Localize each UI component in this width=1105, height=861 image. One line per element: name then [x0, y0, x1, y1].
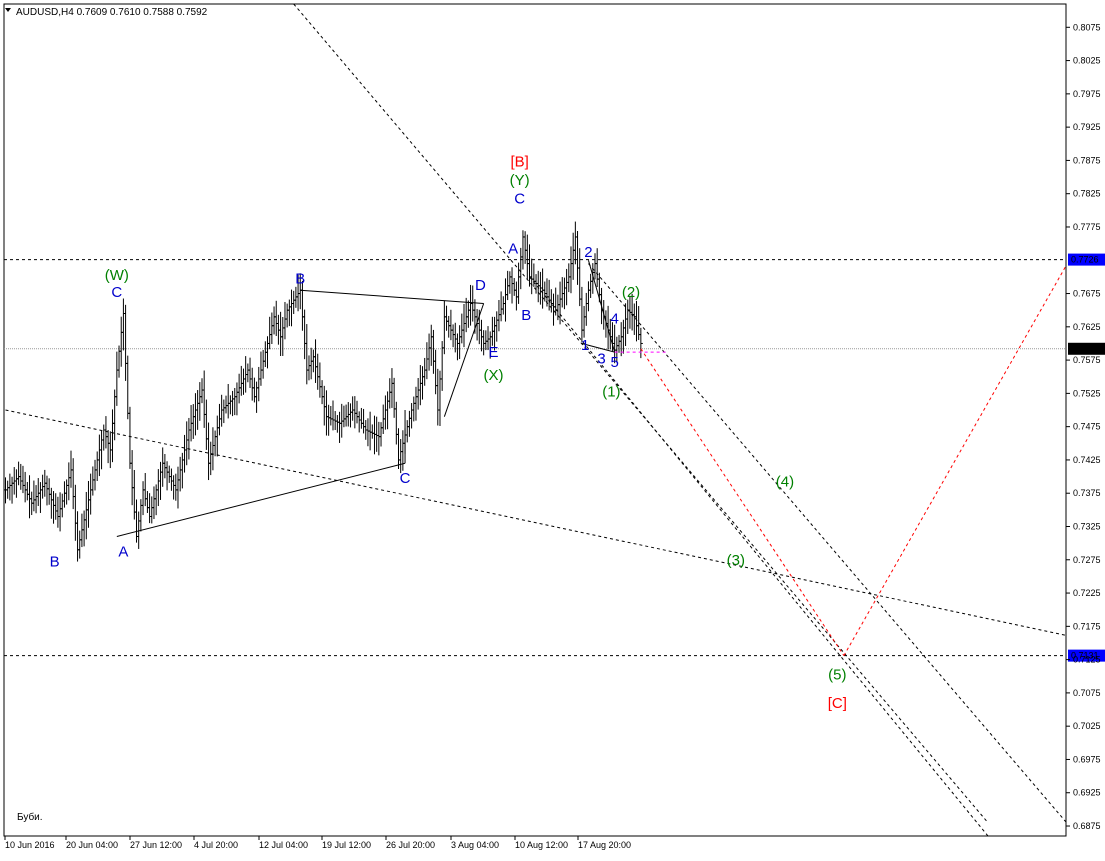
wave-label: [B]	[511, 153, 529, 170]
y-tick-label: 0.7275	[1073, 555, 1101, 565]
y-tick-label: 0.7525	[1073, 388, 1101, 398]
y-tick-label: 0.6975	[1073, 754, 1101, 764]
y-tick-label: 0.7575	[1073, 355, 1101, 365]
y-tick-label: 0.7675	[1073, 289, 1101, 299]
chart-svg[interactable]: 0.77260.75920.7131 (W)CBABCDE(X)ABC(Y)[B…	[0, 0, 1105, 856]
y-tick-label: 0.8075	[1073, 22, 1101, 32]
wave-label: (3)	[727, 552, 745, 569]
y-tick-label: 0.7975	[1073, 89, 1101, 99]
x-tick-label: 20 Jun 04:00	[66, 840, 118, 850]
x-tick-label: 26 Jul 20:00	[386, 840, 435, 850]
x-tick-label: 17 Aug 20:00	[578, 840, 631, 850]
x-tick-label: 27 Jun 12:00	[130, 840, 182, 850]
wave-label: 1	[581, 337, 589, 354]
wave-label: 5	[610, 354, 618, 371]
x-tick-label: 3 Aug 04:00	[451, 840, 499, 850]
chart-title: AUDUSD,H4 0.7609 0.7610 0.7588 0.7592	[16, 7, 208, 18]
title-dropdown-icon[interactable]	[5, 8, 11, 12]
wave-label: E	[488, 344, 498, 361]
price-chart[interactable]: 0.7726 0.7592 0.7131 (W) C B A B C D E (X) A B C (Y) [B…	[0, 0, 1105, 856]
wave-label: [C]	[828, 695, 847, 712]
y-tick-label: 0.7375	[1073, 488, 1101, 498]
y-tick-label: 0.7075	[1073, 688, 1101, 698]
plot-frame	[3, 3, 1067, 837]
y-tick-label: 0.7925	[1073, 122, 1101, 132]
triangle-upper-side[interactable]	[300, 289, 484, 305]
wave-label: C	[514, 191, 525, 208]
x-tick-label: 19 Jul 12:00	[322, 840, 371, 850]
y-tick-label: 0.7125	[1073, 655, 1101, 665]
wave-label: B	[521, 307, 531, 324]
x-tick-label: 12 Jul 04:00	[259, 840, 308, 850]
x-tick-label: 10 Jun 2016	[5, 840, 55, 850]
y-tick-label: 0.7025	[1073, 721, 1101, 731]
wave-label: (5)	[828, 667, 846, 684]
wave-label: D	[475, 277, 486, 294]
projection-up-line[interactable]	[843, 230, 1086, 656]
wave-label: C	[400, 470, 411, 487]
y-tick-label: 0.7775	[1073, 222, 1101, 232]
wave-label: (Y)	[510, 172, 530, 189]
wedge-upper-side[interactable]	[587, 260, 616, 353]
y-tick-label: 0.7225	[1073, 588, 1101, 598]
y-tick-label: 0.7475	[1073, 422, 1101, 432]
wave-label: B	[295, 271, 305, 288]
y-tick-label: 0.7175	[1073, 621, 1101, 631]
wave-label: (4)	[776, 474, 794, 491]
wave-label: A	[118, 543, 128, 560]
y-tick-label: 0.7825	[1073, 189, 1101, 199]
watermark-text: Буби.	[17, 811, 43, 823]
wave-label: (1)	[602, 384, 620, 401]
y-tick-label: 0.7625	[1073, 322, 1101, 332]
wave-label: (W)	[105, 267, 129, 284]
y-tick-label: 0.8025	[1073, 56, 1101, 66]
wave-label: 4	[610, 310, 618, 327]
long-support-line[interactable]	[5, 409, 1087, 640]
y-tick-label: 0.7875	[1073, 155, 1101, 165]
x-tick-label: 4 Jul 20:00	[194, 840, 238, 850]
y-tick-label: 0.7325	[1073, 521, 1101, 531]
projection-down-line[interactable]	[640, 348, 845, 656]
current-price-tag-label: 0.7592	[1071, 344, 1099, 354]
x-tick-label: 10 Aug 12:00	[515, 840, 568, 850]
y-tick-label: 0.6925	[1073, 788, 1101, 798]
y-tick-label: 0.7425	[1073, 455, 1101, 465]
wave-label: (2)	[622, 284, 640, 301]
resistance-level-tag-label: 0.7726	[1071, 255, 1099, 265]
wave-label: A	[508, 241, 518, 258]
wave-label: 2	[584, 244, 592, 261]
wave-label: C	[111, 284, 122, 301]
wave-label: 3	[597, 350, 605, 367]
wave-label: B	[50, 553, 60, 570]
channel-parallel-line[interactable]	[588, 263, 1066, 823]
y-tick-label: 0.6875	[1073, 821, 1101, 831]
wave-label: (X)	[483, 367, 503, 384]
